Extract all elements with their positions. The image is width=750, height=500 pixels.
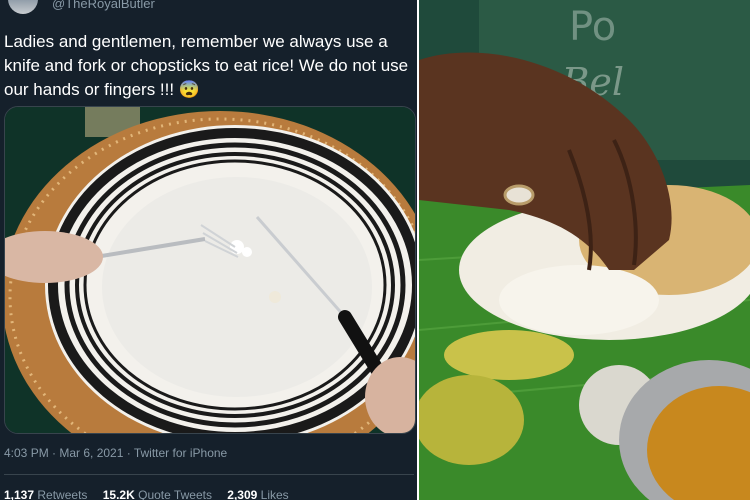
tweet-stats: 1,137 Retweets 15.2K Quote Tweets 2,309 … (4, 488, 301, 500)
retweets-stat[interactable]: 1,137 Retweets (4, 488, 87, 500)
svg-text:Po: Po (569, 4, 616, 50)
tweet-image[interactable] (4, 106, 416, 434)
divider (4, 474, 414, 475)
hand-eating-photo: Po eBel (419, 0, 750, 500)
tweet-timestamp[interactable]: 4:03 PM · Mar 6, 2021 · Twitter for iPho… (4, 446, 227, 460)
likes-stat[interactable]: 2,309 Likes (227, 488, 288, 500)
tweet-panel: @TheRoyalButler Ladies and gentlemen, re… (0, 0, 417, 500)
tweet-handle[interactable]: @TheRoyalButler (52, 0, 155, 11)
tweet-header: @TheRoyalButler (0, 0, 417, 14)
avatar[interactable] (8, 0, 38, 14)
quote-tweets-stat[interactable]: 15.2K Quote Tweets (103, 488, 212, 500)
tweet-text: Ladies and gentlemen, remember we always… (4, 32, 409, 99)
plate-photo (5, 107, 415, 433)
